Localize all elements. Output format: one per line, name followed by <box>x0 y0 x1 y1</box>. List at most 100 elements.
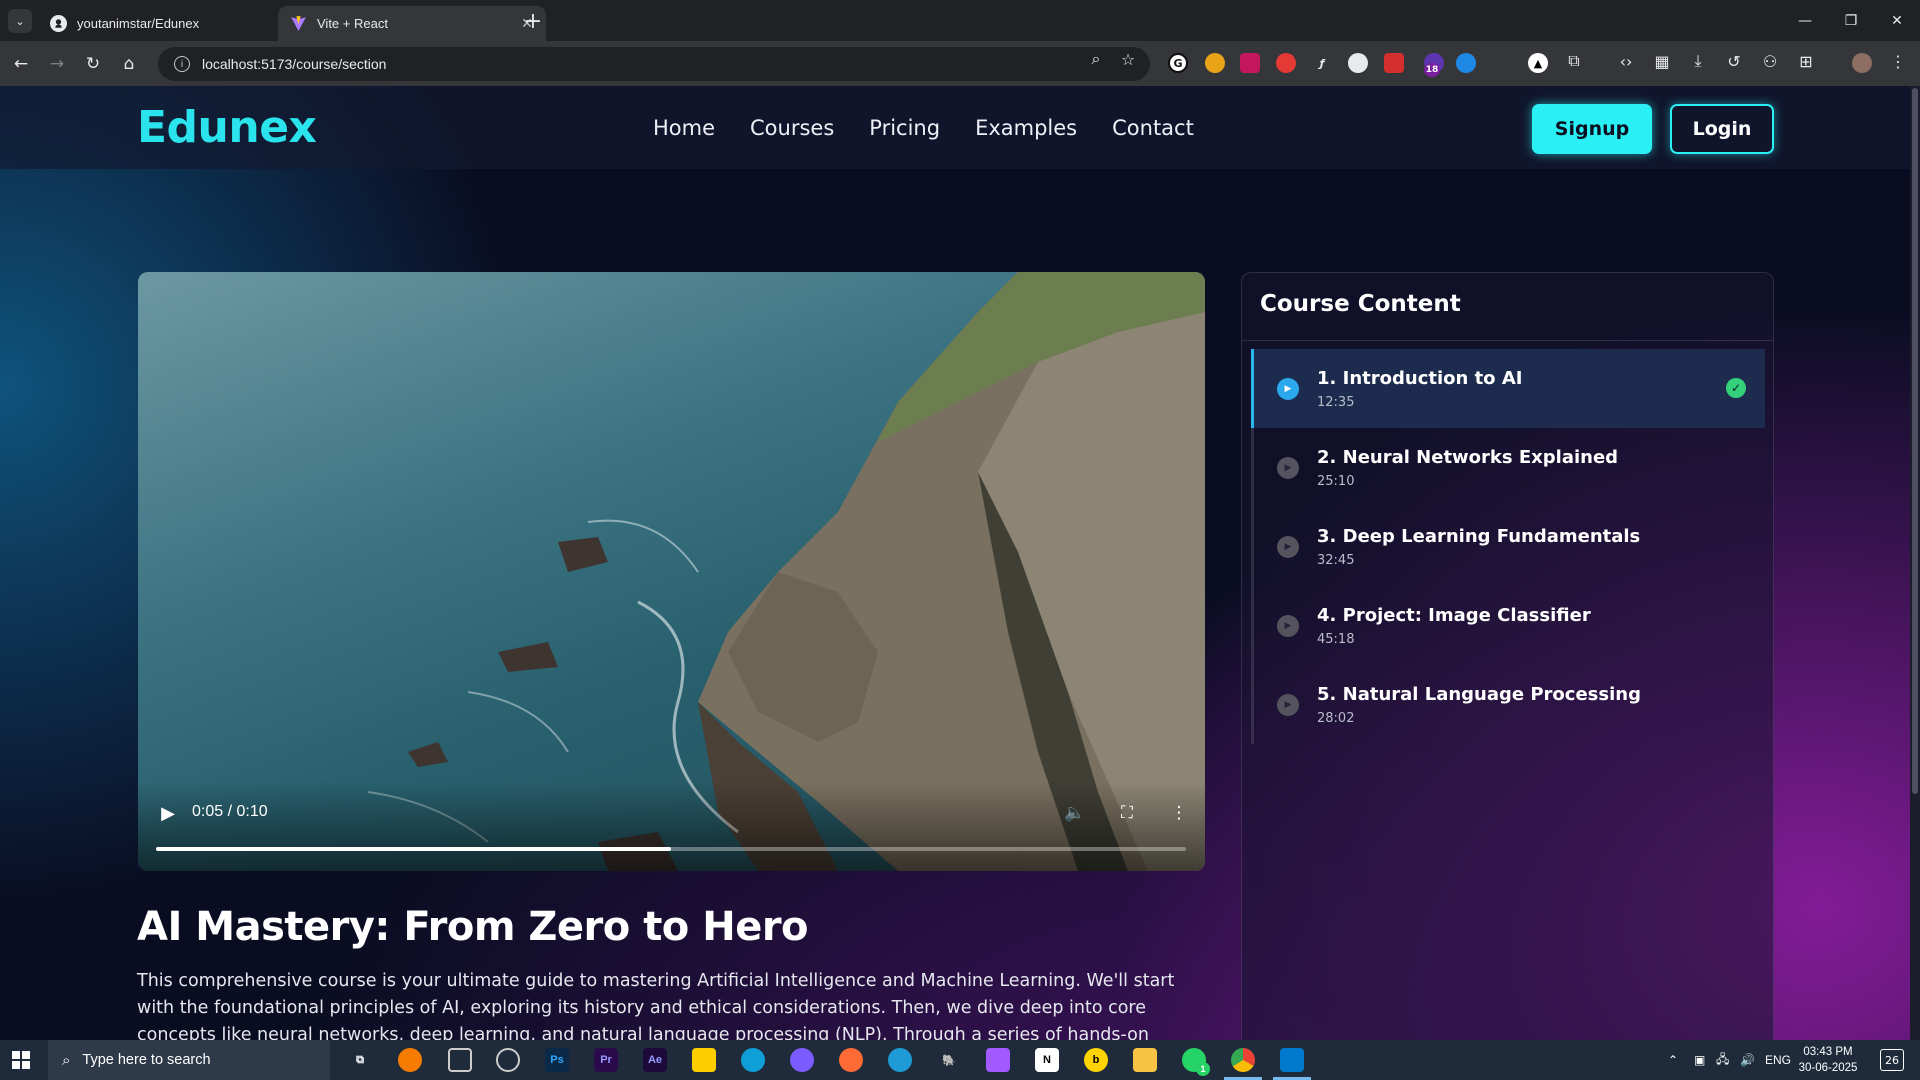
login-button[interactable]: Login <box>1670 104 1774 154</box>
lesson-title: 5. Natural Language Processing <box>1317 684 1641 705</box>
language-indicator[interactable]: ENG <box>1765 1040 1791 1080</box>
app-icon[interactable] <box>448 1048 472 1072</box>
profile-avatar[interactable] <box>1852 53 1872 73</box>
lesson-item[interactable]: ▶ 3. Deep Learning Fundamentals 32:45 <box>1251 507 1765 586</box>
download-icon[interactable]: ⤓ <box>1688 51 1708 71</box>
grammarly-icon[interactable]: G <box>1168 53 1188 73</box>
lesson-item[interactable]: ▶ 1. Introduction to AI 12:35 ✓ <box>1251 349 1765 428</box>
sticky-notes-icon[interactable] <box>692 1048 716 1072</box>
speaker-icon[interactable]: 🔊 <box>1740 1040 1755 1080</box>
browser-tab-github[interactable]: youtanimstar/Edunex ✕ <box>38 6 306 41</box>
course-content-heading: Course Content <box>1260 291 1461 317</box>
postman-icon[interactable] <box>839 1048 863 1072</box>
close-window-icon[interactable]: ✕ <box>1874 0 1920 41</box>
tab-title: youtanimstar/Edunex <box>77 16 200 31</box>
premiere-icon[interactable]: Pr <box>594 1048 618 1072</box>
figma-icon[interactable] <box>986 1048 1010 1072</box>
video-progress-fill <box>156 847 671 851</box>
bookmark-star-icon[interactable]: ☆ <box>1118 49 1138 69</box>
notion-icon[interactable]: N <box>1035 1048 1059 1072</box>
clock-time: 03:43 PM <box>1803 1046 1853 1058</box>
extension-icon[interactable] <box>1205 53 1225 73</box>
lesson-duration: 25:10 <box>1317 474 1355 489</box>
tab-search-button[interactable]: ⌄ <box>8 9 32 33</box>
fonts-extension-icon[interactable]: ƒ <box>1312 53 1332 73</box>
whatsapp-badge: 1 <box>1196 1062 1210 1076</box>
extension-icon[interactable] <box>1384 53 1404 73</box>
address-bar[interactable]: i localhost:5173/course/section <box>158 47 1150 81</box>
nav-pricing[interactable]: Pricing <box>869 116 940 140</box>
nav-home[interactable]: Home <box>653 116 715 140</box>
video-progress-bar[interactable] <box>156 847 1186 851</box>
app-icon[interactable] <box>888 1048 912 1072</box>
extension-icon[interactable] <box>1348 53 1368 73</box>
completed-check-icon: ✓ <box>1726 378 1746 398</box>
devtools-icon[interactable]: ‹› <box>1616 51 1636 71</box>
lesson-title: 3. Deep Learning Fundamentals <box>1317 526 1641 547</box>
lesson-item[interactable]: ▶ 4. Project: Image Classifier 45:18 <box>1251 586 1765 665</box>
more-options-icon[interactable]: ⋮ <box>1166 800 1192 826</box>
zoom-icon[interactable]: ⌕ <box>1086 49 1106 69</box>
reload-icon[interactable]: ↻ <box>80 51 106 77</box>
restore-icon[interactable]: ❐ <box>1828 0 1874 41</box>
play-circle-icon: ▶ <box>1277 536 1299 558</box>
nav-courses[interactable]: Courses <box>750 116 834 140</box>
file-explorer-icon[interactable] <box>1133 1048 1157 1072</box>
app-icon[interactable] <box>496 1048 520 1072</box>
photoshop-icon[interactable]: Ps <box>545 1048 569 1072</box>
fullscreen-icon[interactable]: ⛶ <box>1114 800 1140 826</box>
incognito-icon[interactable]: ⚇ <box>1760 51 1780 71</box>
minimize-icon[interactable]: — <box>1782 0 1828 41</box>
taskbar-clock[interactable]: 03:43 PM 30-06-2025 <box>1790 1044 1866 1076</box>
lesson-item[interactable]: ▶ 2. Neural Networks Explained 25:10 <box>1251 428 1765 507</box>
app-icon[interactable]: b <box>1084 1048 1108 1072</box>
nav-contact[interactable]: Contact <box>1112 116 1194 140</box>
page-scrollbar[interactable] <box>1910 86 1920 1040</box>
extension-icon[interactable] <box>1276 53 1296 73</box>
video-controls-shade <box>138 781 1205 871</box>
task-view-icon[interactable]: ⧉ <box>348 1048 372 1072</box>
postgres-icon[interactable]: 🐘 <box>937 1048 961 1072</box>
network-icon[interactable]: 🖧 <box>1716 1040 1729 1080</box>
video-player[interactable]: ▶ 0:05 / 0:10 🔈 ⛶ ⋮ <box>138 272 1205 871</box>
tray-overflow-icon[interactable]: ⌃ <box>1668 1040 1678 1080</box>
forward-icon[interactable]: → <box>44 51 70 77</box>
after-effects-icon[interactable]: Ae <box>643 1048 667 1072</box>
play-circle-icon: ▶ <box>1277 694 1299 716</box>
lesson-item[interactable]: ▶ 5. Natural Language Processing 28:02 <box>1251 665 1765 744</box>
lesson-duration: 32:45 <box>1317 553 1355 568</box>
course-content-panel: Course Content ▶ 1. Introduction to AI 1… <box>1241 272 1774 1040</box>
meet-now-icon[interactable]: ▣ <box>1694 1040 1705 1080</box>
scrollbar-thumb[interactable] <box>1912 88 1918 794</box>
signup-button[interactable]: Signup <box>1532 104 1652 154</box>
copilot-icon[interactable] <box>790 1048 814 1072</box>
browser-tab-vite[interactable]: Vite + React ✕ <box>277 6 546 41</box>
taskbar-search[interactable]: ⌕ Type here to search <box>48 1040 330 1080</box>
vscode-icon[interactable] <box>1280 1048 1304 1072</box>
menu-dots-icon[interactable]: ⋮ <box>1888 51 1908 71</box>
play-icon[interactable]: ▶ <box>153 798 183 828</box>
nav-examples[interactable]: Examples <box>975 116 1077 140</box>
history-icon[interactable]: ↺ <box>1724 51 1744 71</box>
site-info-icon[interactable]: i <box>174 56 190 72</box>
lesson-duration: 45:18 <box>1317 632 1355 647</box>
notification-center-icon[interactable]: 26 <box>1880 1049 1904 1071</box>
site-logo[interactable]: Edunex <box>137 102 317 153</box>
extension-icon[interactable] <box>1456 53 1476 73</box>
home-icon[interactable]: ⌂ <box>116 51 142 77</box>
apps-grid-icon[interactable]: ⊞ <box>1796 51 1816 71</box>
new-tab-button[interactable]: + <box>520 8 546 34</box>
colorpick-extension-icon[interactable] <box>1240 53 1260 73</box>
play-circle-icon: ▶ <box>1277 457 1299 479</box>
extensions-puzzle-icon[interactable]: ⧉ <box>1564 51 1584 71</box>
volume-icon[interactable]: 🔈 <box>1062 800 1088 826</box>
side-panel-icon[interactable]: ▦ <box>1652 51 1672 71</box>
blender-icon[interactable] <box>398 1048 422 1072</box>
vite-icon <box>290 15 307 32</box>
windows-start-icon[interactable] <box>12 1051 30 1069</box>
back-icon[interactable]: ← <box>8 51 34 77</box>
chrome-icon[interactable] <box>1231 1048 1255 1072</box>
edge-icon[interactable] <box>741 1048 765 1072</box>
url-text: localhost:5173/course/section <box>202 56 387 72</box>
extension-icon[interactable]: ▲ <box>1528 53 1548 73</box>
